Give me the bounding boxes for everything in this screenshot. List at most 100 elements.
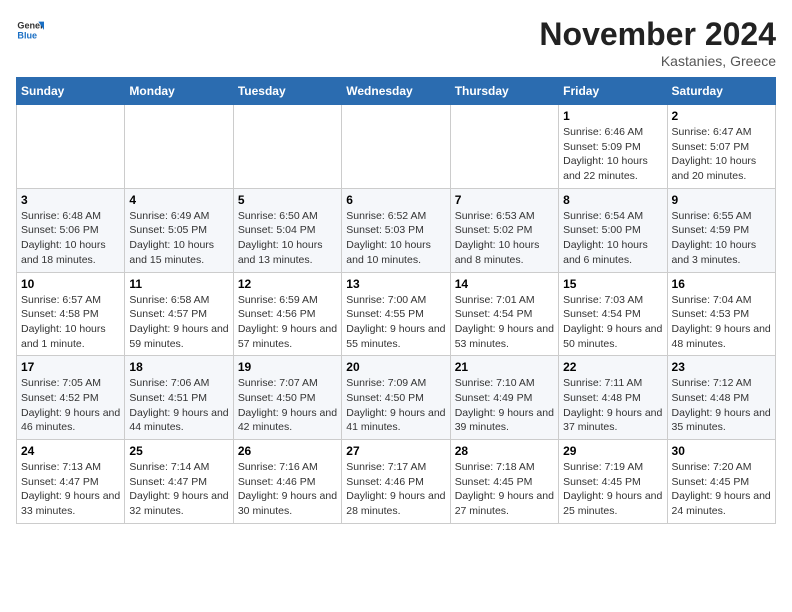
day-number: 13: [346, 277, 445, 291]
day-info: Sunrise: 7:13 AM Sunset: 4:47 PM Dayligh…: [21, 460, 120, 519]
weekday-header: Monday: [125, 78, 233, 105]
calendar-cell: 21 Sunrise: 7:10 AM Sunset: 4:49 PM Dayli…: [450, 356, 558, 440]
calendar-cell: [233, 105, 341, 189]
day-number: 2: [672, 109, 771, 123]
calendar-cell: 2 Sunrise: 6:47 AM Sunset: 5:07 PM Daylig…: [667, 105, 775, 189]
day-number: 3: [21, 193, 120, 207]
calendar-cell: [342, 105, 450, 189]
day-number: 18: [129, 360, 228, 374]
day-info: Sunrise: 7:05 AM Sunset: 4:52 PM Dayligh…: [21, 376, 120, 435]
day-number: 14: [455, 277, 554, 291]
day-info: Sunrise: 7:06 AM Sunset: 4:51 PM Dayligh…: [129, 376, 228, 435]
day-info: Sunrise: 7:12 AM Sunset: 4:48 PM Dayligh…: [672, 376, 771, 435]
day-number: 4: [129, 193, 228, 207]
day-number: 20: [346, 360, 445, 374]
day-info: Sunrise: 7:00 AM Sunset: 4:55 PM Dayligh…: [346, 293, 445, 352]
calendar-cell: 29Sunrise: 7:19 AM Sunset: 4:45 PM Dayli…: [559, 440, 667, 524]
day-info: Sunrise: 7:16 AM Sunset: 4:46 PM Dayligh…: [238, 460, 337, 519]
calendar-cell: 25 Sunrise: 7:14 AM Sunset: 4:47 PM Dayli…: [125, 440, 233, 524]
day-number: 1: [563, 109, 662, 123]
day-number: 28: [455, 444, 554, 458]
day-info: Sunrise: 6:46 AM Sunset: 5:09 PM Dayligh…: [563, 125, 662, 184]
calendar-cell: 3 Sunrise: 6:48 AM Sunset: 5:06 PM Daylig…: [17, 188, 125, 272]
weekday-header: Sunday: [17, 78, 125, 105]
calendar-cell: 11 Sunrise: 6:58 AM Sunset: 4:57 PM Dayli…: [125, 272, 233, 356]
calendar-cell: 16 Sunrise: 7:04 AM Sunset: 4:53 PM Dayli…: [667, 272, 775, 356]
calendar-table: SundayMondayTuesdayWednesdayThursdayFrid…: [16, 77, 776, 524]
day-number: 24: [21, 444, 120, 458]
calendar-cell: 10 Sunrise: 6:57 AM Sunset: 4:58 PM Dayli…: [17, 272, 125, 356]
day-number: 6: [346, 193, 445, 207]
day-number: 29: [563, 444, 662, 458]
day-info: Sunrise: 7:17 AM Sunset: 4:46 PM Dayligh…: [346, 460, 445, 519]
calendar-cell: [125, 105, 233, 189]
day-number: 19: [238, 360, 337, 374]
day-info: Sunrise: 7:20 AM Sunset: 4:45 PM Dayligh…: [672, 460, 771, 519]
day-info: Sunrise: 7:18 AM Sunset: 4:45 PM Dayligh…: [455, 460, 554, 519]
day-number: 15: [563, 277, 662, 291]
calendar-cell: [17, 105, 125, 189]
weekday-header: Friday: [559, 78, 667, 105]
day-info: Sunrise: 7:04 AM Sunset: 4:53 PM Dayligh…: [672, 293, 771, 352]
calendar-cell: 30 Sunrise: 7:20 AM Sunset: 4:45 PM Dayli…: [667, 440, 775, 524]
day-number: 11: [129, 277, 228, 291]
day-info: Sunrise: 6:57 AM Sunset: 4:58 PM Dayligh…: [21, 293, 120, 352]
calendar-cell: 19 Sunrise: 7:07 AM Sunset: 4:50 PM Dayli…: [233, 356, 341, 440]
day-number: 5: [238, 193, 337, 207]
calendar-cell: 23 Sunrise: 7:12 AM Sunset: 4:48 PM Dayli…: [667, 356, 775, 440]
day-number: 9: [672, 193, 771, 207]
calendar-cell: 14 Sunrise: 7:01 AM Sunset: 4:54 PM Dayli…: [450, 272, 558, 356]
day-number: 27: [346, 444, 445, 458]
calendar-cell: 12Sunrise: 6:59 AM Sunset: 4:56 PM Dayli…: [233, 272, 341, 356]
day-info: Sunrise: 6:47 AM Sunset: 5:07 PM Dayligh…: [672, 125, 771, 184]
title-area: November 2024 Kastanies, Greece: [539, 16, 776, 69]
day-info: Sunrise: 6:55 AM Sunset: 4:59 PM Dayligh…: [672, 209, 771, 268]
day-info: Sunrise: 7:09 AM Sunset: 4:50 PM Dayligh…: [346, 376, 445, 435]
day-number: 23: [672, 360, 771, 374]
day-number: 25: [129, 444, 228, 458]
day-info: Sunrise: 6:54 AM Sunset: 5:00 PM Dayligh…: [563, 209, 662, 268]
day-number: 26: [238, 444, 337, 458]
calendar-cell: 28 Sunrise: 7:18 AM Sunset: 4:45 PM Dayli…: [450, 440, 558, 524]
calendar-cell: 1 Sunrise: 6:46 AM Sunset: 5:09 PM Daylig…: [559, 105, 667, 189]
day-info: Sunrise: 7:07 AM Sunset: 4:50 PM Dayligh…: [238, 376, 337, 435]
day-number: 17: [21, 360, 120, 374]
calendar-cell: 5 Sunrise: 6:50 AM Sunset: 5:04 PM Daylig…: [233, 188, 341, 272]
day-number: 30: [672, 444, 771, 458]
page-header: General Blue November 2024 Kastanies, Gr…: [16, 16, 776, 69]
calendar-cell: 20 Sunrise: 7:09 AM Sunset: 4:50 PM Dayli…: [342, 356, 450, 440]
day-info: Sunrise: 6:50 AM Sunset: 5:04 PM Dayligh…: [238, 209, 337, 268]
day-number: 10: [21, 277, 120, 291]
calendar-cell: 4 Sunrise: 6:49 AM Sunset: 5:05 PM Daylig…: [125, 188, 233, 272]
day-number: 22: [563, 360, 662, 374]
day-info: Sunrise: 6:58 AM Sunset: 4:57 PM Dayligh…: [129, 293, 228, 352]
day-number: 21: [455, 360, 554, 374]
weekday-header: Tuesday: [233, 78, 341, 105]
month-title: November 2024: [539, 16, 776, 53]
day-info: Sunrise: 6:48 AM Sunset: 5:06 PM Dayligh…: [21, 209, 120, 268]
weekday-header: Thursday: [450, 78, 558, 105]
day-info: Sunrise: 6:53 AM Sunset: 5:02 PM Dayligh…: [455, 209, 554, 268]
calendar-cell: 13 Sunrise: 7:00 AM Sunset: 4:55 PM Dayli…: [342, 272, 450, 356]
calendar-cell: 9 Sunrise: 6:55 AM Sunset: 4:59 PM Daylig…: [667, 188, 775, 272]
weekday-header: Saturday: [667, 78, 775, 105]
calendar-cell: 27 Sunrise: 7:17 AM Sunset: 4:46 PM Dayli…: [342, 440, 450, 524]
calendar-cell: 7Sunrise: 6:53 AM Sunset: 5:02 PM Daylig…: [450, 188, 558, 272]
calendar-cell: 26 Sunrise: 7:16 AM Sunset: 4:46 PM Dayli…: [233, 440, 341, 524]
calendar-cell: 6Sunrise: 6:52 AM Sunset: 5:03 PM Daylig…: [342, 188, 450, 272]
day-number: 8: [563, 193, 662, 207]
day-number: 16: [672, 277, 771, 291]
calendar-cell: 18 Sunrise: 7:06 AM Sunset: 4:51 PM Dayli…: [125, 356, 233, 440]
svg-text:Blue: Blue: [17, 30, 37, 40]
logo: General Blue: [16, 16, 44, 44]
calendar-cell: [450, 105, 558, 189]
day-info: Sunrise: 7:01 AM Sunset: 4:54 PM Dayligh…: [455, 293, 554, 352]
day-info: Sunrise: 6:49 AM Sunset: 5:05 PM Dayligh…: [129, 209, 228, 268]
day-info: Sunrise: 7:03 AM Sunset: 4:54 PM Dayligh…: [563, 293, 662, 352]
calendar-cell: 17 Sunrise: 7:05 AM Sunset: 4:52 PM Dayli…: [17, 356, 125, 440]
calendar-cell: 8 Sunrise: 6:54 AM Sunset: 5:00 PM Daylig…: [559, 188, 667, 272]
day-number: 12: [238, 277, 337, 291]
location-title: Kastanies, Greece: [539, 53, 776, 69]
day-info: Sunrise: 7:14 AM Sunset: 4:47 PM Dayligh…: [129, 460, 228, 519]
day-info: Sunrise: 7:10 AM Sunset: 4:49 PM Dayligh…: [455, 376, 554, 435]
